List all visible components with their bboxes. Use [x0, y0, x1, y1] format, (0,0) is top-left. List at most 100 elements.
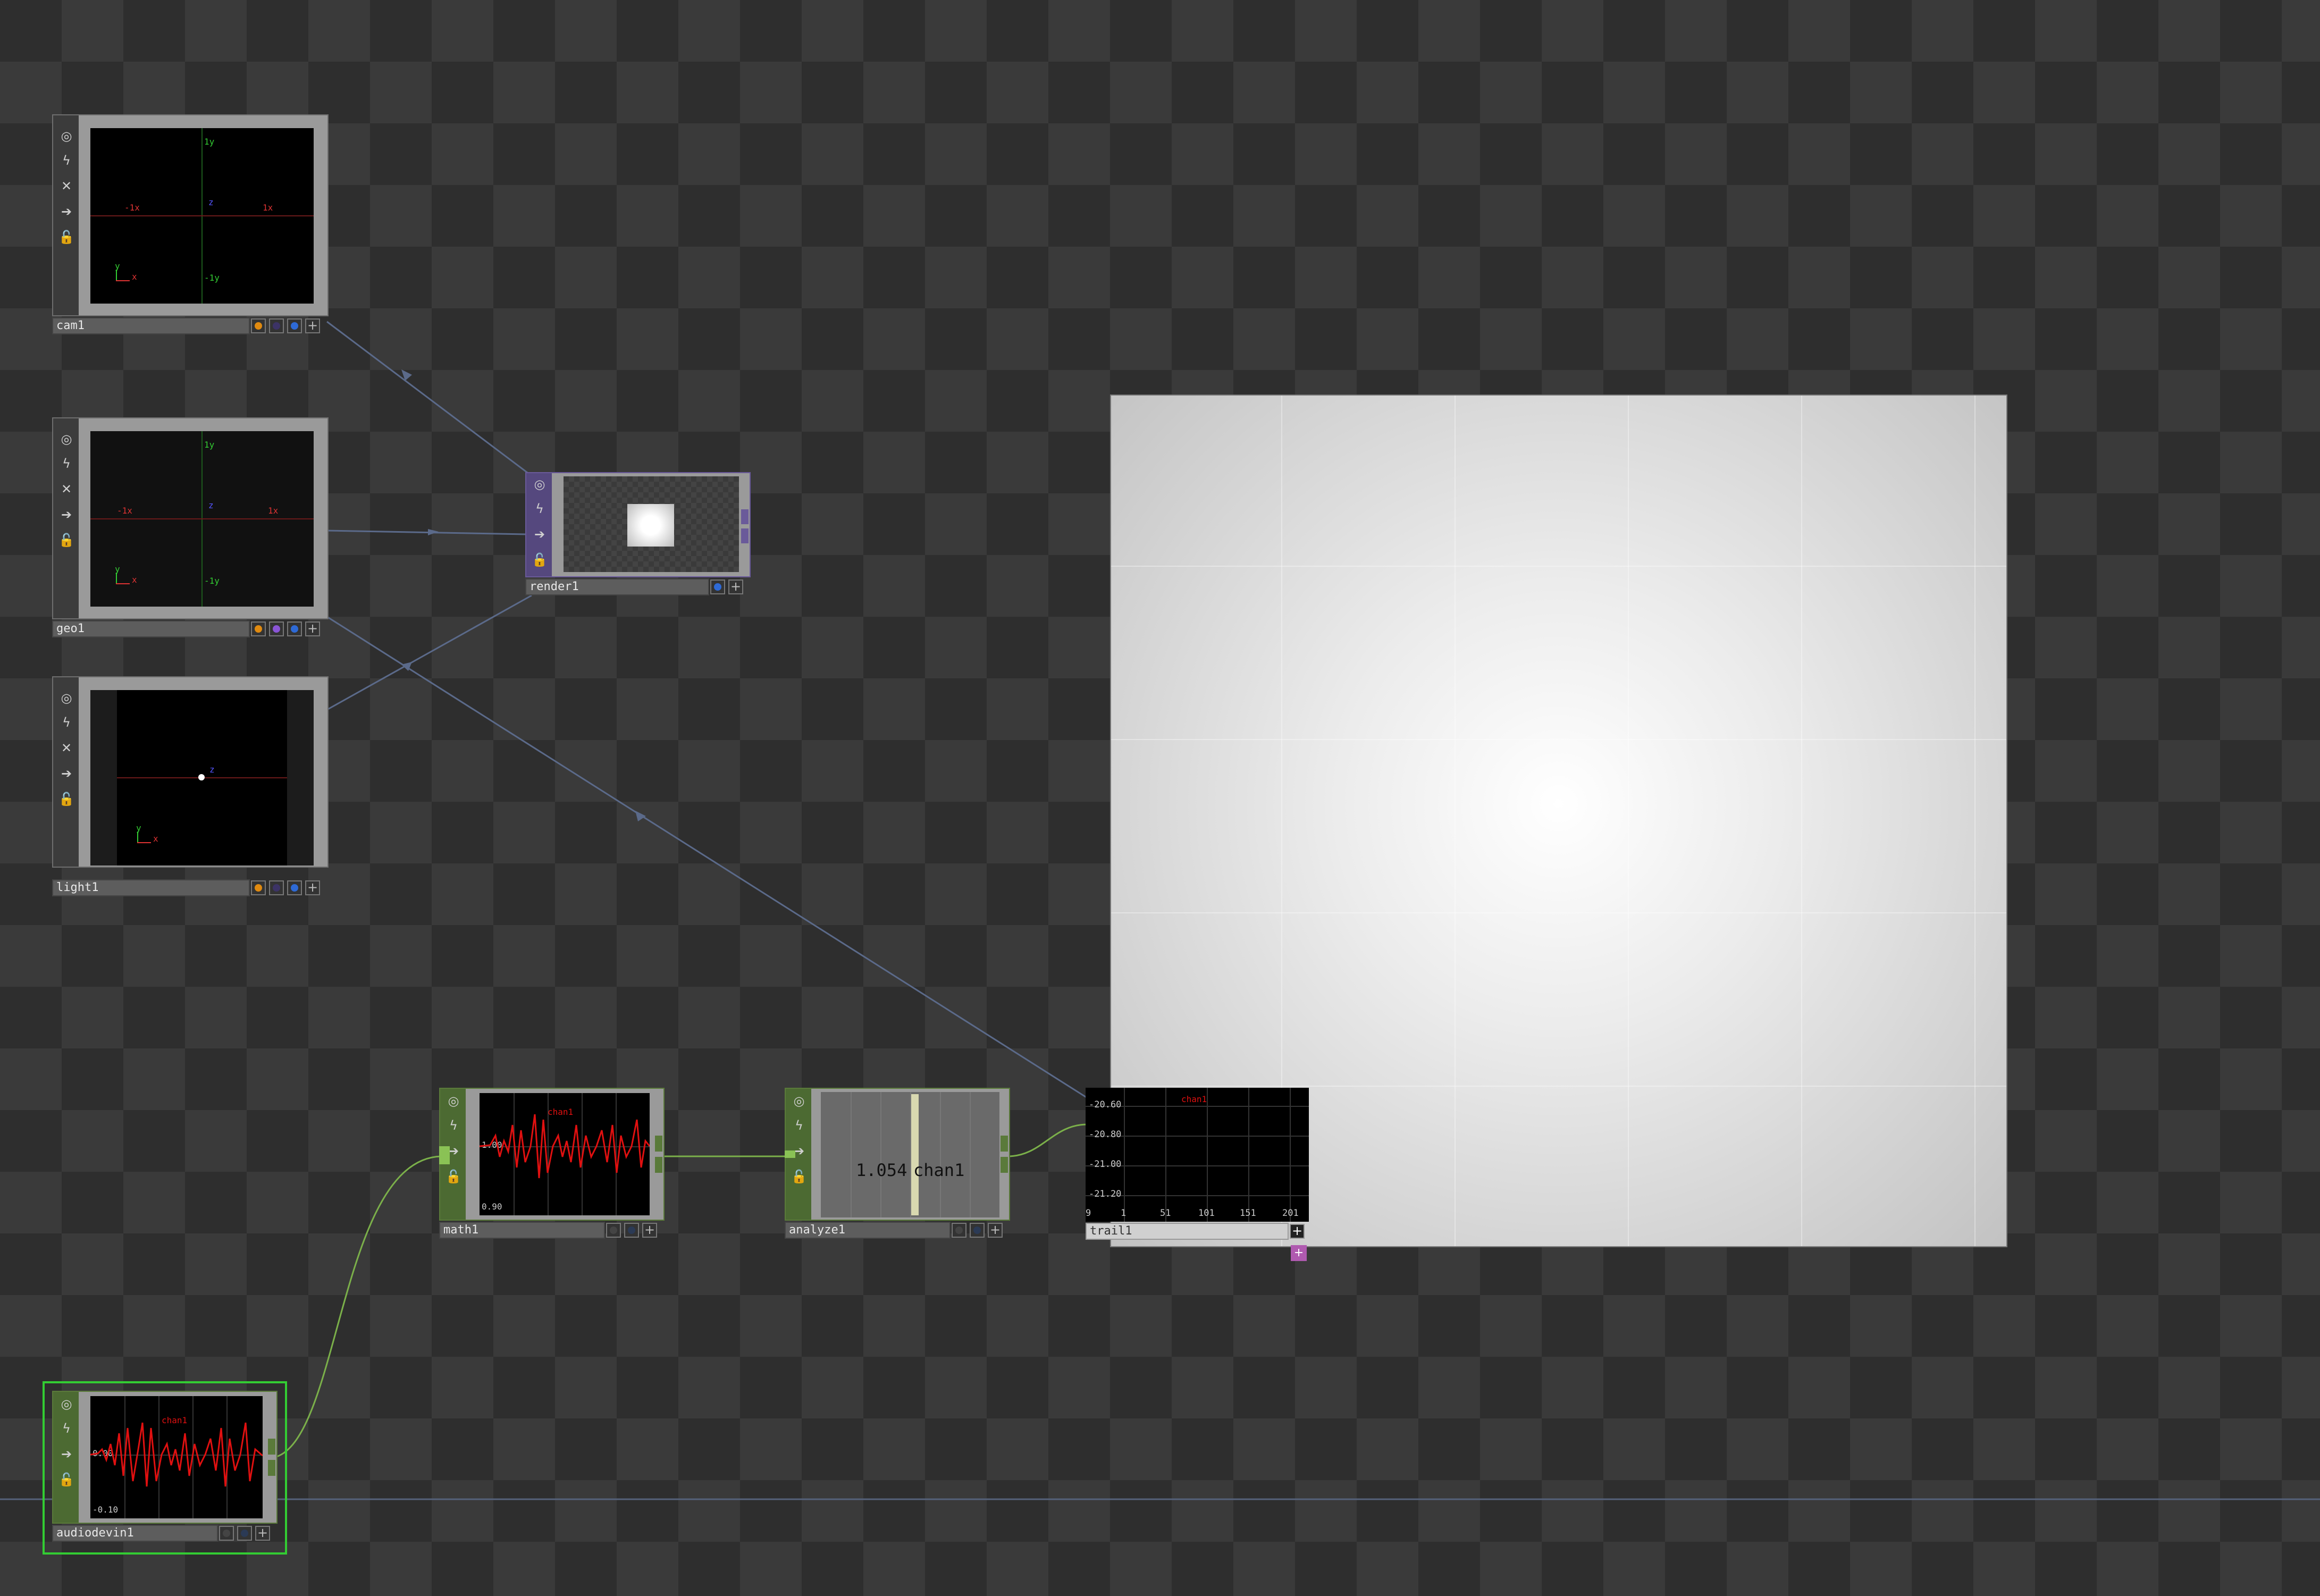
lock-icon[interactable]: 🔓 [443, 1166, 464, 1187]
arrow-right-icon[interactable]: ➔ [529, 524, 550, 544]
node-name[interactable]: audiodevin1 [52, 1525, 218, 1542]
lightning-icon[interactable]: ϟ [529, 499, 550, 519]
node-name[interactable]: math1 [439, 1222, 605, 1239]
node-frame[interactable]: ◎ ϟ ➔ 🔓 [525, 472, 751, 577]
node-geo1[interactable]: ◎ ϟ ✕ ➔ 🔓 1y -1y -1x 1x z y x geo1 + [52, 417, 329, 641]
add-output-icon[interactable]: + [1291, 1245, 1307, 1261]
render-flag[interactable] [251, 880, 266, 895]
node-frame[interactable]: ◎ ϟ ✕ ➔ 🔓 z y x [52, 676, 329, 868]
plus-icon[interactable]: + [255, 1526, 270, 1541]
node-analyze1[interactable]: ◎ ϟ ➔ 🔓 1.054 chan1 analyze1 + [785, 1088, 1010, 1242]
lightning-icon[interactable]: ϟ [56, 453, 77, 474]
node-name[interactable]: geo1 [52, 620, 250, 637]
lock-icon[interactable]: 🔓 [56, 227, 77, 247]
target-icon[interactable]: ◎ [56, 126, 77, 146]
trail-viewer[interactable]: chan1 -20.60 -20.80 -21.00 -21.20 9 1 51… [1086, 1088, 1309, 1222]
lightning-icon[interactable]: ϟ [443, 1115, 464, 1136]
output-connector[interactable] [741, 528, 749, 543]
node-trail1[interactable]: chan1 -20.60 -20.80 -21.00 -21.20 9 1 51… [1086, 1088, 1311, 1263]
viewer-flag[interactable] [624, 1223, 639, 1238]
output-connector[interactable] [268, 1460, 275, 1476]
lightning-icon[interactable]: ϟ [56, 712, 77, 733]
chop-viewer[interactable]: 1.00 0.90 chan1 [480, 1093, 650, 1215]
chop-viewer[interactable]: 0.00 -0.10 chan1 [90, 1396, 263, 1518]
input-connector[interactable] [439, 1146, 450, 1164]
comp-viewer[interactable]: 1y -1y -1x 1x z y x [90, 128, 314, 304]
lock-icon[interactable]: 🔓 [56, 530, 77, 550]
x-icon[interactable]: ✕ [56, 738, 77, 758]
arrow-right-icon[interactable]: ➔ [56, 1444, 77, 1464]
node-frame[interactable]: ◎ ϟ ✕ ➔ 🔓 1y -1y -1x 1x z y x [52, 114, 329, 316]
plus-icon[interactable]: + [988, 1223, 1003, 1238]
display-flag[interactable] [606, 1223, 621, 1238]
node-light1[interactable]: ◎ ϟ ✕ ➔ 🔓 z y x light1 + [52, 676, 329, 900]
node-math1[interactable]: ◎ ϟ ➔ 🔓 1.00 0.90 chan1 math1 + [439, 1088, 665, 1242]
chop-value-viewer[interactable]: 1.054 chan1 [821, 1092, 999, 1217]
node-audiodevin1[interactable]: ◎ ϟ ➔ 🔓 0.00 -0.10 chan1 audiodevin1 + [43, 1381, 287, 1555]
target-icon[interactable]: ◎ [56, 688, 77, 708]
display-flag[interactable] [269, 621, 284, 636]
arrow-right-icon[interactable]: ➔ [56, 505, 77, 525]
plus-icon[interactable]: + [728, 579, 743, 594]
wire-geo1-render1 [326, 530, 527, 535]
viewer-flag[interactable] [237, 1526, 252, 1541]
render-viewer[interactable] [564, 476, 739, 572]
x-pos-label: 1x [268, 506, 279, 516]
lightning-icon[interactable]: ϟ [56, 150, 77, 171]
arrow-right-icon[interactable]: ➔ [56, 201, 77, 222]
output-connector[interactable] [655, 1157, 662, 1173]
x-icon[interactable]: ✕ [56, 176, 77, 196]
target-icon[interactable]: ◎ [789, 1091, 809, 1111]
viewer-flag[interactable] [287, 621, 302, 636]
node-frame[interactable]: ◎ ϟ ✕ ➔ 🔓 1y -1y -1x 1x z y x [52, 417, 329, 619]
lock-icon[interactable]: 🔓 [56, 1469, 77, 1490]
output-connector[interactable] [1001, 1136, 1008, 1152]
output-connector[interactable] [1001, 1157, 1008, 1173]
node-name[interactable]: trail1 [1086, 1223, 1289, 1240]
y-tick-label: -21.00 [1089, 1159, 1122, 1170]
output-connector[interactable] [741, 509, 749, 524]
output-connector[interactable] [655, 1136, 662, 1152]
plus-icon[interactable]: + [305, 880, 320, 895]
target-icon[interactable]: ◎ [443, 1091, 464, 1111]
output-connector[interactable] [268, 1439, 275, 1455]
node-name[interactable]: analyze1 [785, 1222, 951, 1239]
display-flag[interactable] [952, 1223, 966, 1238]
display-flag[interactable] [219, 1526, 234, 1541]
display-flag[interactable] [269, 880, 284, 895]
viewer-flag[interactable] [287, 318, 302, 333]
viewer-flag[interactable] [970, 1223, 985, 1238]
y-pos-label: 1y [204, 137, 215, 147]
plus-icon[interactable]: + [305, 318, 320, 333]
target-icon[interactable]: ◎ [56, 1394, 77, 1414]
node-render1[interactable]: ◎ ϟ ➔ 🔓 render1 + [525, 472, 751, 597]
target-icon[interactable]: ◎ [56, 429, 77, 449]
viewer-flag[interactable] [287, 880, 302, 895]
node-name[interactable]: render1 [525, 578, 709, 595]
display-flag[interactable] [269, 318, 284, 333]
arrow-right-icon[interactable]: ➔ [56, 763, 77, 784]
node-frame[interactable]: ◎ ϟ ➔ 🔓 0.00 -0.10 chan1 [52, 1391, 278, 1524]
light-viewer[interactable]: z y x [90, 690, 314, 866]
x-pos-label: 1x [263, 203, 273, 213]
node-frame[interactable]: ◎ ϟ ➔ 🔓 1.054 chan1 [785, 1088, 1010, 1221]
input-connector[interactable] [785, 1150, 795, 1158]
lightning-icon[interactable]: ϟ [789, 1115, 809, 1136]
render-flag[interactable] [251, 621, 266, 636]
node-frame[interactable]: ◎ ϟ ➔ 🔓 1.00 0.90 chan1 [439, 1088, 665, 1221]
plus-icon[interactable]: + [305, 621, 320, 636]
lightning-icon[interactable]: ϟ [56, 1418, 77, 1439]
plus-icon[interactable]: + [642, 1223, 657, 1238]
node-cam1[interactable]: ◎ ϟ ✕ ➔ 🔓 1y -1y -1x 1x z y x cam1 + [52, 114, 329, 338]
node-name[interactable]: light1 [52, 879, 250, 896]
node-name[interactable]: cam1 [52, 317, 250, 334]
viewer-flag[interactable] [710, 579, 725, 594]
target-icon[interactable]: ◎ [529, 474, 550, 494]
plus-icon[interactable]: + [1290, 1224, 1305, 1239]
lock-icon[interactable]: 🔓 [789, 1166, 809, 1187]
x-icon[interactable]: ✕ [56, 479, 77, 499]
lock-icon[interactable]: 🔓 [529, 550, 550, 570]
geo-viewer[interactable]: 1y -1y -1x 1x z y x [90, 431, 314, 607]
lock-icon[interactable]: 🔓 [56, 789, 77, 809]
render-flag[interactable] [251, 318, 266, 333]
